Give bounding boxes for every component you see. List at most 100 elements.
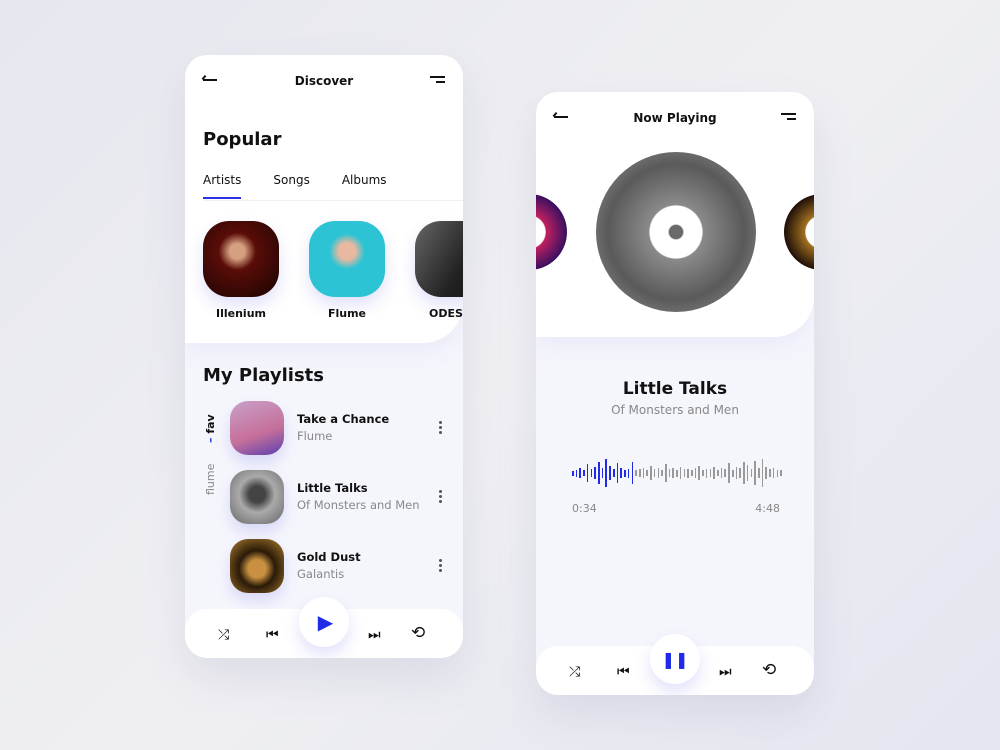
waveform-bar <box>627 468 630 478</box>
waveform-bar <box>750 469 753 477</box>
waveform-bar <box>572 470 574 476</box>
waveform-bar <box>746 465 749 481</box>
waveform-bar <box>683 469 686 477</box>
playlists-heading: My Playlists <box>203 365 324 386</box>
waveform-bar <box>780 470 782 476</box>
waveform-bar <box>724 469 727 477</box>
repeat-icon[interactable]: ⟲ <box>411 623 425 643</box>
waveform-bar <box>668 469 671 477</box>
waveform-bar <box>739 468 741 478</box>
waveform-bar <box>691 470 693 476</box>
waveform-bar <box>776 469 779 477</box>
waveform-bar <box>720 468 723 478</box>
album-art <box>230 401 284 455</box>
more-options-icon[interactable] <box>439 490 442 505</box>
artist-photo <box>309 221 385 297</box>
artist-card[interactable]: ODESZA <box>415 221 463 320</box>
next-album-disc[interactable] <box>784 194 814 270</box>
track-artist: Of Monsters and Men <box>611 403 739 417</box>
waveform-bar <box>598 462 600 484</box>
previous-icon[interactable]: ⏮ <box>617 664 630 680</box>
waveform-bar <box>761 459 764 487</box>
tab-songs[interactable]: Songs <box>273 173 309 199</box>
album-art <box>230 539 284 593</box>
waveform-bar <box>579 468 582 478</box>
artist-photo <box>415 221 463 297</box>
pause-icon: ❚❚ <box>661 649 689 669</box>
track-artist: Of Monsters and Men <box>297 498 420 512</box>
tab-divider <box>203 200 463 201</box>
screen-title: Discover <box>294 74 354 88</box>
filter-menu-icon[interactable] <box>430 76 445 86</box>
previous-album-disc[interactable] <box>536 194 567 270</box>
shuffle-icon[interactable]: ⤮ <box>218 627 229 643</box>
waveform-bar <box>661 470 663 476</box>
track-artist: Flume <box>297 429 333 443</box>
artist-name: Illenium <box>216 307 266 320</box>
side-tab-fav[interactable]: – fav <box>204 414 217 443</box>
more-options-icon[interactable] <box>439 421 442 436</box>
track-title: Take a Chance <box>297 412 390 426</box>
waveform-bar <box>586 464 589 482</box>
waveform-bar <box>757 468 760 478</box>
now-playing-screen: Now Playing Little Talks Of Monsters and… <box>536 92 814 695</box>
waveform-bar <box>687 468 689 478</box>
shuffle-icon[interactable]: ⤮ <box>569 664 580 680</box>
filter-menu-icon[interactable] <box>781 113 796 123</box>
current-album-disc <box>596 152 756 312</box>
side-tab-flume[interactable]: flume <box>204 464 217 495</box>
discover-screen: Discover Popular Artists Songs Albums Il… <box>185 55 463 658</box>
waveform-bar <box>594 467 596 479</box>
waveform-bar <box>653 469 656 477</box>
artist-name: ODESZA <box>429 307 463 320</box>
repeat-icon[interactable]: ⟲ <box>762 660 776 680</box>
popular-heading: Popular <box>203 129 282 150</box>
waveform-bar <box>605 459 608 487</box>
waveform-bar <box>609 466 611 480</box>
waveform-bar <box>646 470 648 476</box>
waveform-bar <box>731 469 734 477</box>
waveform-bar <box>642 468 645 478</box>
elapsed-time: 0:34 <box>572 502 597 515</box>
album-art <box>230 470 284 524</box>
previous-icon[interactable]: ⏮ <box>266 627 279 643</box>
waveform-bar <box>601 468 604 478</box>
playlist-item[interactable]: Little Talks Of Monsters and Men <box>230 470 450 526</box>
waveform-bar <box>616 463 619 483</box>
playlist-item[interactable]: Take a Chance Flume <box>230 401 450 457</box>
next-icon[interactable]: ⏭ <box>719 664 732 680</box>
pause-button[interactable]: ❚❚ <box>650 634 700 684</box>
waveform-bar <box>709 469 712 477</box>
waveform-bar <box>638 469 641 477</box>
player-controls: ⤮ ⏮ ❚❚ ⏭ ⟲ <box>536 634 814 695</box>
player-controls: ⤮ ⏮ ▶ ⏭ ⟲ <box>185 597 463 658</box>
track-title: Gold Dust <box>297 550 361 564</box>
duration: 4:48 <box>755 502 780 515</box>
waveform-seekbar[interactable] <box>572 458 782 488</box>
waveform-bar <box>765 467 767 479</box>
play-button[interactable]: ▶ <box>299 597 349 647</box>
track-title: Little Talks <box>622 379 728 399</box>
waveform-bar <box>713 467 715 479</box>
waveform-bar <box>735 467 738 479</box>
waveform-bar <box>728 463 730 483</box>
waveform-bar <box>754 461 756 485</box>
artist-card[interactable]: Flume <box>309 221 385 320</box>
waveform-bar <box>575 469 578 477</box>
artist-card[interactable]: Illenium <box>203 221 279 320</box>
waveform-bar <box>650 466 652 480</box>
waveform-bar <box>612 469 615 477</box>
tab-artists[interactable]: Artists <box>203 173 242 199</box>
playlist-item[interactable]: Gold Dust Galantis <box>230 539 450 595</box>
waveform-bar <box>694 468 697 478</box>
more-options-icon[interactable] <box>439 559 442 574</box>
waveform-bar <box>583 470 585 476</box>
waveform-bar <box>743 462 745 484</box>
track-artist: Galantis <box>297 567 345 581</box>
waveform-bar <box>635 470 637 476</box>
tab-albums[interactable]: Albums <box>342 173 387 199</box>
next-icon[interactable]: ⏭ <box>368 627 381 643</box>
waveform-bar <box>657 468 660 478</box>
waveform-bar <box>676 469 678 477</box>
album-carousel: Now Playing <box>536 92 814 337</box>
